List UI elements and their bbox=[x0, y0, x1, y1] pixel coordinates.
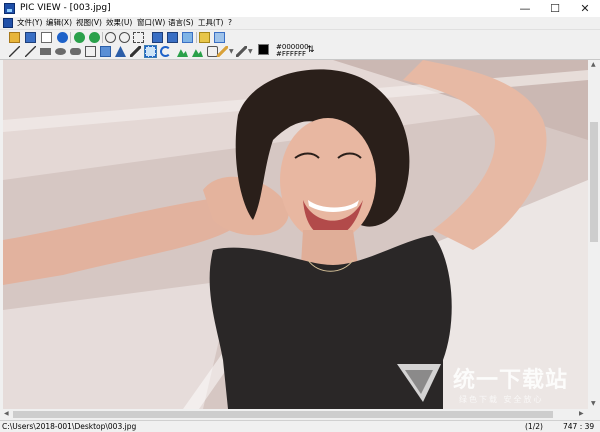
last-icon[interactable] bbox=[167, 32, 178, 43]
maximize-button[interactable]: ☐ bbox=[540, 0, 570, 17]
mountain-icon[interactable] bbox=[177, 49, 188, 57]
first-icon[interactable] bbox=[152, 32, 163, 43]
open-icon[interactable] bbox=[9, 32, 20, 43]
menu-file[interactable]: 文件(Y) bbox=[16, 17, 43, 29]
arrow-icon[interactable] bbox=[25, 46, 36, 57]
foreground-color-swatch[interactable] bbox=[258, 44, 269, 55]
vertical-scrollbar[interactable]: ▲ ▼ bbox=[588, 60, 600, 409]
crop-icon[interactable] bbox=[85, 46, 96, 57]
next-icon[interactable] bbox=[89, 32, 100, 43]
app-icon[interactable] bbox=[4, 3, 15, 14]
folder-icon[interactable] bbox=[199, 32, 210, 43]
prev-icon[interactable] bbox=[74, 32, 85, 43]
line-icon[interactable] bbox=[9, 46, 20, 57]
scroll-left-icon[interactable]: ◀ bbox=[4, 410, 9, 418]
scroll-down-icon[interactable]: ▼ bbox=[591, 400, 596, 408]
menu-view[interactable]: 视图(V) bbox=[75, 17, 103, 29]
window-title: PIC VIEW - [003.jpg] bbox=[20, 3, 111, 13]
zoom-out-icon[interactable] bbox=[119, 32, 130, 43]
menu-effects[interactable]: 效果(U) bbox=[105, 17, 133, 29]
menu-window[interactable]: 窗口(W) bbox=[136, 17, 166, 29]
undo-icon[interactable] bbox=[160, 46, 171, 57]
fullscreen-icon[interactable] bbox=[182, 32, 193, 43]
watermark-subtext: 绿色下载 安全放心 bbox=[459, 395, 544, 404]
close-button[interactable]: ✕ bbox=[570, 0, 600, 17]
menu-tools[interactable]: 工具(T) bbox=[197, 17, 224, 29]
horizontal-scrollbar[interactable]: ◀ ▶ bbox=[3, 409, 588, 420]
watermark-text: 统一下载站 bbox=[453, 368, 569, 393]
vertical-scroll-thumb[interactable] bbox=[590, 122, 598, 242]
separator bbox=[196, 32, 197, 43]
separator bbox=[102, 32, 103, 43]
rounded-rect-icon[interactable] bbox=[70, 48, 81, 55]
clone-icon[interactable] bbox=[100, 46, 111, 57]
fit-icon[interactable] bbox=[133, 32, 144, 43]
ellipse-icon[interactable] bbox=[55, 48, 66, 55]
text-icon[interactable] bbox=[115, 46, 126, 57]
info-icon[interactable] bbox=[57, 32, 68, 43]
flip-icon[interactable] bbox=[192, 49, 203, 57]
horizontal-scroll-thumb[interactable] bbox=[13, 411, 553, 418]
menu-bar: 文件(Y) 编辑(X) 视图(V) 效果(U) 窗口(W) 语言(S) 工具(T… bbox=[0, 17, 600, 29]
chevron-down-icon[interactable]: ▼ bbox=[248, 48, 253, 56]
menu-language[interactable]: 语言(S) bbox=[167, 17, 195, 29]
separator bbox=[70, 32, 71, 43]
select-icon[interactable] bbox=[144, 45, 157, 58]
pencil-icon[interactable] bbox=[217, 46, 228, 57]
title-bar: PIC VIEW - [003.jpg] — ☐ ✕ bbox=[0, 0, 600, 18]
status-bar: C:\Users\2018-001\Desktop\003.jpg (1/2) … bbox=[0, 420, 600, 432]
watermark-logo-icon bbox=[397, 364, 441, 402]
watermark: 统一下载站 绿色下载 安全放心 bbox=[393, 356, 593, 408]
copy-icon[interactable] bbox=[214, 32, 225, 43]
chevron-down-icon[interactable]: ▼ bbox=[229, 48, 234, 56]
zoom-in-icon[interactable] bbox=[105, 32, 116, 43]
menu-edit[interactable]: 编辑(X) bbox=[45, 17, 73, 29]
swap-colors-icon[interactable]: ⇅ bbox=[307, 46, 315, 55]
status-page-indicator: (1/2) bbox=[525, 422, 543, 431]
scroll-up-icon[interactable]: ▲ bbox=[591, 61, 596, 69]
pen-icon[interactable] bbox=[130, 46, 141, 57]
minimize-button[interactable]: — bbox=[510, 0, 540, 17]
menu-help[interactable]: ? bbox=[227, 17, 233, 29]
brush-icon[interactable] bbox=[236, 46, 247, 57]
rect-icon[interactable] bbox=[40, 48, 51, 55]
document-icon[interactable] bbox=[3, 18, 13, 28]
background-color-label: #FFFFFF bbox=[276, 50, 307, 58]
status-file-path: C:\Users\2018-001\Desktop\003.jpg bbox=[2, 422, 137, 431]
scroll-right-icon[interactable]: ▶ bbox=[579, 410, 584, 418]
save-icon[interactable] bbox=[25, 32, 36, 43]
print-preview-icon[interactable] bbox=[41, 32, 52, 43]
status-coordinates: 747 : 39 bbox=[563, 422, 595, 431]
